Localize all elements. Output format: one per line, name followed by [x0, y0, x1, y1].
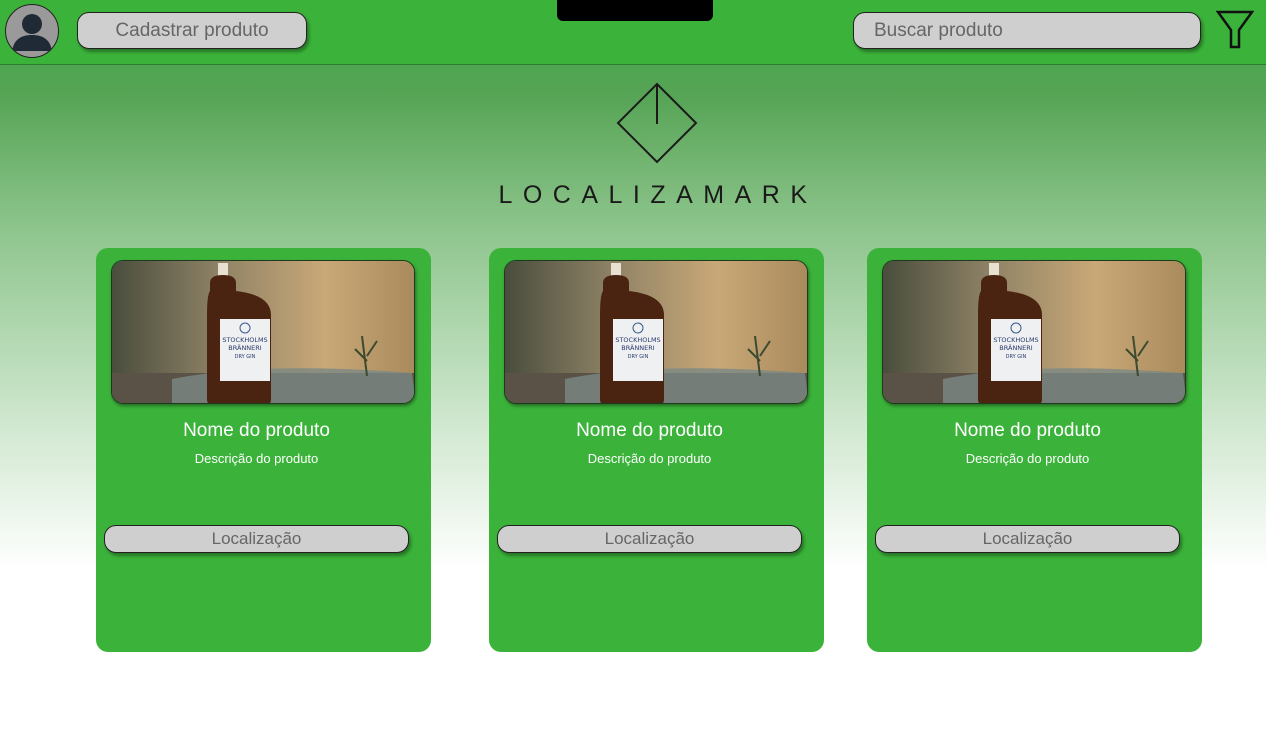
bottle-label-line1: STOCKHOLMS — [615, 336, 660, 344]
product-card: STOCKHOLMS BRÄNNERI DRY GIN Nome do prod… — [489, 248, 824, 652]
product-description: Descrição do produto — [194, 451, 319, 466]
product-name: Nome do produto — [954, 420, 1101, 441]
filter-icon[interactable] — [1216, 10, 1254, 50]
product-description: Descrição do produto — [587, 451, 712, 466]
bottle-label-line2: BRÄNNERI — [228, 343, 262, 352]
user-avatar-icon[interactable] — [5, 4, 59, 58]
location-button[interactable]: Localização — [497, 525, 802, 553]
camera-notch — [557, 0, 713, 21]
product-card: STOCKHOLMS BRÄNNERI DRY GIN Nome do prod… — [867, 248, 1202, 652]
product-name: Nome do produto — [576, 420, 723, 441]
location-button[interactable]: Localização — [875, 525, 1180, 553]
search-product-input[interactable] — [853, 12, 1201, 49]
bottle-label-line2: BRÄNNERI — [999, 343, 1033, 352]
product-card: STOCKHOLMS BRÄNNERI DRY GIN Nome do prod… — [96, 248, 431, 652]
product-name: Nome do produto — [183, 420, 330, 441]
bottle-label-line3: DRY GIN — [628, 354, 649, 360]
product-image: STOCKHOLMS BRÄNNERI DRY GIN — [504, 260, 808, 404]
bottle-label-line2: BRÄNNERI — [621, 343, 655, 352]
diamond-logo-icon — [616, 82, 698, 164]
product-image: STOCKHOLMS BRÄNNERI DRY GIN — [111, 260, 415, 404]
bottle-label-line1: STOCKHOLMS — [222, 336, 267, 344]
bottle-label-line3: DRY GIN — [235, 354, 256, 360]
top-bar: Cadastrar produto — [0, 0, 1266, 65]
location-button[interactable]: Localização — [104, 525, 409, 553]
bottle-label-line1: STOCKHOLMS — [993, 336, 1038, 344]
bottle-label-line3: DRY GIN — [1006, 354, 1027, 360]
register-product-button[interactable]: Cadastrar produto — [77, 12, 307, 49]
product-description: Descrição do produto — [965, 451, 1090, 466]
product-image: STOCKHOLMS BRÄNNERI DRY GIN — [882, 260, 1186, 404]
brand-logo-text: LOCALIZAMARK — [498, 181, 818, 209]
